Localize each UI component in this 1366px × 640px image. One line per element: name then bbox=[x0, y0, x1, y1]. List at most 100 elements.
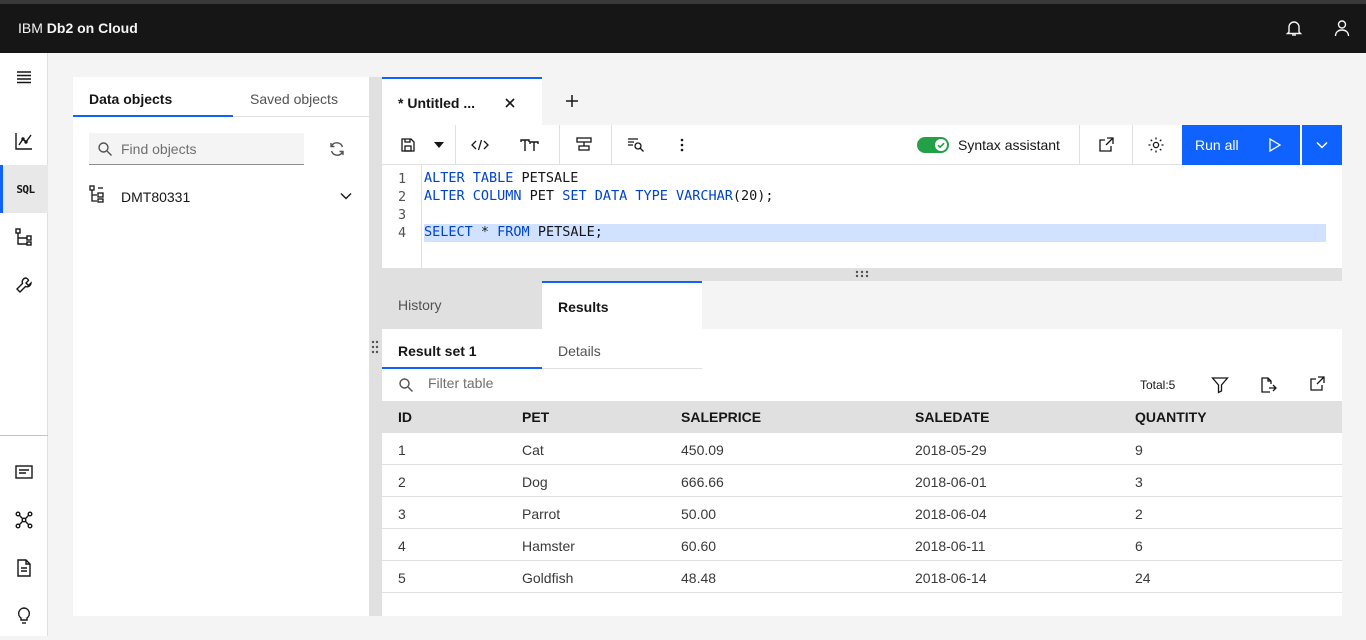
run-options-button[interactable] bbox=[1302, 125, 1342, 165]
wrench-icon[interactable] bbox=[0, 261, 48, 309]
toggle-knob bbox=[935, 139, 947, 151]
table-cell: 450.09 bbox=[681, 442, 724, 458]
column-header[interactable]: PET bbox=[522, 409, 549, 425]
code-line-selected: SELECT * FROM PETSALE; bbox=[424, 224, 1326, 242]
filter-row: Total:5 bbox=[382, 369, 1342, 401]
table-cell: 48.48 bbox=[681, 570, 717, 586]
result-tabs: History Results bbox=[382, 281, 1342, 329]
schema-label: DMT80331 bbox=[121, 189, 191, 205]
launch-icon[interactable] bbox=[1090, 125, 1122, 165]
schema-tree-icon bbox=[89, 185, 105, 203]
chevron-down-icon[interactable] bbox=[339, 189, 353, 203]
hierarchy-icon[interactable] bbox=[0, 213, 48, 261]
chart-icon[interactable] bbox=[0, 117, 48, 165]
object-tabs: Data objects Saved objects bbox=[73, 77, 369, 117]
table-row[interactable]: 5 Goldfish 48.48 2018-06-14 24 bbox=[382, 561, 1342, 593]
table-cell: 2018-06-01 bbox=[915, 474, 987, 490]
results-panel: Result set 1 Details Total:5 ID PET SALE… bbox=[382, 329, 1342, 616]
app-brand[interactable]: IBM Db2 on Cloud bbox=[18, 20, 138, 36]
tab-details[interactable]: Details bbox=[542, 329, 702, 369]
network-icon[interactable] bbox=[0, 496, 48, 544]
table-cell: Parrot bbox=[522, 506, 561, 522]
tab-results[interactable]: Results bbox=[542, 281, 702, 329]
toolbar-divider bbox=[1079, 125, 1080, 165]
table-cell: 666.66 bbox=[681, 474, 724, 490]
table-cell: 2018-05-29 bbox=[915, 442, 987, 458]
tab-saved-objects[interactable]: Saved objects bbox=[233, 77, 369, 117]
catalog-icon[interactable] bbox=[0, 448, 48, 496]
vertical-splitter[interactable] bbox=[369, 77, 382, 616]
tab-data-objects[interactable]: Data objects bbox=[73, 77, 233, 117]
save-icon[interactable] bbox=[392, 125, 424, 165]
toolbar-divider bbox=[455, 125, 456, 165]
table-cell: 50.00 bbox=[681, 506, 717, 522]
column-header[interactable]: SALEPRICE bbox=[681, 409, 761, 425]
settings-icon[interactable] bbox=[1140, 125, 1172, 165]
table-cell: 6 bbox=[1135, 538, 1143, 554]
close-icon[interactable] bbox=[502, 95, 518, 111]
column-header[interactable]: ID bbox=[398, 409, 412, 425]
line-number-gutter: 1 2 3 4 bbox=[382, 165, 422, 268]
refresh-icon[interactable] bbox=[327, 139, 347, 159]
user-icon[interactable] bbox=[1332, 18, 1352, 38]
horizontal-splitter[interactable] bbox=[382, 268, 1342, 281]
filter-table-input[interactable] bbox=[428, 375, 728, 391]
tab-result-set-1[interactable]: Result set 1 bbox=[382, 329, 542, 369]
add-tab-icon[interactable] bbox=[562, 91, 582, 111]
column-header[interactable]: QUANTITY bbox=[1135, 409, 1207, 425]
run-all-label: Run all bbox=[1195, 137, 1239, 153]
table-cell: 5 bbox=[398, 570, 406, 586]
table-row[interactable]: 2 Dog 666.66 2018-06-01 3 bbox=[382, 465, 1342, 497]
table-cell: 2 bbox=[1135, 506, 1143, 522]
table-cell: 2 bbox=[398, 474, 406, 490]
table-cell: 2018-06-14 bbox=[915, 570, 987, 586]
table-cell: 3 bbox=[398, 506, 406, 522]
line-number: 4 bbox=[398, 225, 407, 241]
line-number: 1 bbox=[398, 171, 407, 187]
notification-icon[interactable] bbox=[1284, 18, 1304, 38]
sql-editor-area: * Untitled ... Syntax assistant Run all … bbox=[382, 77, 1342, 616]
syntax-assistant-toggle[interactable] bbox=[917, 137, 949, 153]
column-header[interactable]: SALEDATE bbox=[915, 409, 989, 425]
table-cell: 3 bbox=[1135, 474, 1143, 490]
find-objects-input[interactable] bbox=[121, 133, 301, 164]
table-cell: Cat bbox=[522, 442, 544, 458]
table-row[interactable]: 3 Parrot 50.00 2018-06-04 2 bbox=[382, 497, 1342, 529]
table-cell: Hamster bbox=[522, 538, 575, 554]
line-number: 2 bbox=[398, 189, 407, 205]
overflow-menu-icon[interactable] bbox=[666, 125, 698, 165]
export-icon[interactable] bbox=[1259, 376, 1277, 394]
text-format-icon[interactable] bbox=[514, 125, 546, 165]
toolbar-divider bbox=[559, 125, 560, 165]
menu-icon[interactable] bbox=[0, 53, 48, 101]
results-table: ID PET SALEPRICE SALEDATE QUANTITY 1 Cat… bbox=[382, 401, 1342, 593]
save-dropdown-icon[interactable] bbox=[426, 125, 452, 165]
document-icon[interactable] bbox=[0, 544, 48, 592]
launch-icon[interactable] bbox=[1309, 376, 1325, 392]
run-all-button[interactable]: Run all bbox=[1182, 125, 1300, 165]
tab-history[interactable]: History bbox=[382, 281, 542, 329]
editor-file-tab[interactable]: * Untitled ... bbox=[382, 77, 542, 125]
drag-handle-icon[interactable] bbox=[855, 270, 869, 278]
drag-handle-icon[interactable] bbox=[371, 339, 379, 355]
code-line: ALTER COLUMN PET SET DATA TYPE VARCHAR(2… bbox=[424, 188, 774, 204]
top-bar: IBM Db2 on Cloud bbox=[0, 0, 1366, 53]
syntax-assistant-label: Syntax assistant bbox=[958, 137, 1060, 153]
format-layout-icon[interactable] bbox=[568, 125, 600, 165]
chevron-down-icon bbox=[1315, 138, 1329, 152]
table-cell: 9 bbox=[1135, 442, 1143, 458]
table-row[interactable]: 4 Hamster 60.60 2018-06-11 6 bbox=[382, 529, 1342, 561]
filter-icon[interactable] bbox=[1211, 376, 1229, 394]
table-row[interactable]: 1 Cat 450.09 2018-05-29 9 bbox=[382, 433, 1342, 465]
nav-item-sql[interactable]: SQL bbox=[0, 165, 48, 213]
code-icon[interactable] bbox=[464, 125, 496, 165]
find-replace-icon[interactable] bbox=[620, 125, 652, 165]
search-icon bbox=[97, 141, 113, 157]
sql-code-editor[interactable]: 1 2 3 4 ALTER TABLE PETSALE ALTER COLUMN… bbox=[382, 165, 1342, 268]
lightbulb-icon[interactable] bbox=[0, 592, 48, 640]
side-nav: SQL bbox=[0, 53, 48, 636]
search-icon bbox=[398, 377, 414, 393]
table-cell: Dog bbox=[522, 474, 548, 490]
schema-item[interactable]: DMT80331 bbox=[89, 183, 359, 209]
line-number: 3 bbox=[398, 207, 407, 223]
